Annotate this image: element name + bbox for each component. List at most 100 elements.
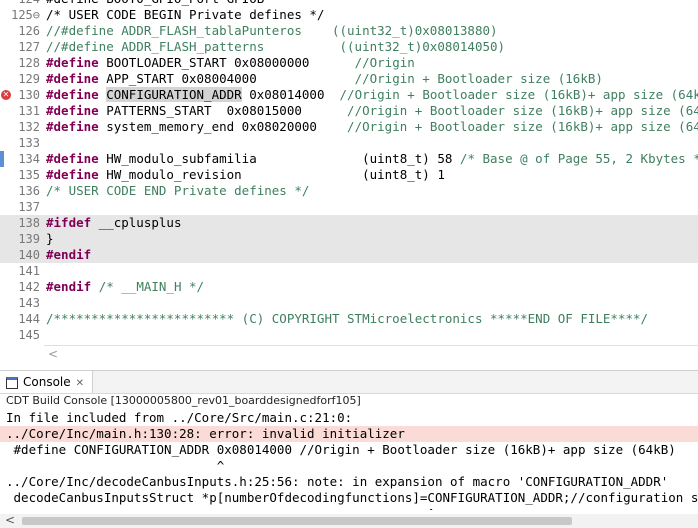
line-number: 126 bbox=[18, 24, 40, 38]
code-text: #ifdef __cplusplus bbox=[46, 215, 182, 230]
code-line[interactable]: 125⊖ /* USER CODE BEGIN Private defines *… bbox=[0, 7, 698, 23]
line-number: 129 bbox=[18, 72, 40, 86]
line-number: 141 bbox=[18, 264, 40, 278]
preprocessor-keyword: #endif bbox=[46, 279, 92, 294]
code-line[interactable]: 134 #define HW_modulo_subfamilia (uint8_t… bbox=[0, 151, 698, 167]
code-comment: /************************ (C) COPYRIGHT … bbox=[46, 311, 649, 326]
code-line[interactable]: 137 bbox=[0, 199, 698, 215]
line-number: 124 bbox=[0, 0, 40, 7]
code-text: #endif /* __MAIN_H */ bbox=[46, 279, 204, 295]
scroll-left-icon[interactable]: < bbox=[48, 347, 58, 361]
line-number: 144 bbox=[18, 312, 40, 326]
code-text: //#define ADDR_FLASH_patterns ((uint32_t… bbox=[46, 39, 506, 54]
editor-horizontal-scrollbar[interactable]: < bbox=[44, 345, 698, 364]
console-line[interactable]: #define CONFIGURATION_ADDR 0x08014000 //… bbox=[6, 442, 676, 458]
line-number: 134 bbox=[18, 152, 40, 166]
code-line[interactable]: 138 #ifdef __cplusplus bbox=[0, 215, 698, 231]
console-line[interactable]: In file included from ../Core/Src/main.c… bbox=[6, 410, 352, 426]
line-number: 140 bbox=[18, 248, 40, 262]
code-line[interactable]: 144 /************************ (C) COPYRIG… bbox=[0, 311, 698, 327]
console-tab-bar: Console ✕ bbox=[0, 370, 698, 394]
line-number: 127 bbox=[18, 40, 40, 54]
line-number: 136 bbox=[18, 184, 40, 198]
code-text: #define CONFIGURATION_ADDR 0x08014000 //… bbox=[46, 87, 698, 103]
code-comment: //Origin + Bootloader size (16kB)+ app s… bbox=[339, 87, 698, 102]
console-icon bbox=[6, 376, 18, 389]
preprocessor-keyword: #define bbox=[46, 119, 99, 134]
code-comment: //Origin + Bootloader size (16kB)+ app s… bbox=[347, 103, 698, 118]
code-line[interactable]: 145 bbox=[0, 327, 698, 343]
line-number: 135 bbox=[18, 168, 40, 182]
code-line[interactable]: 131 #define PATTERNS_START 0x08015000 //O… bbox=[0, 103, 698, 119]
line-number: 142 bbox=[18, 280, 40, 294]
line-number: 137 bbox=[18, 200, 40, 214]
code-line[interactable]: 136 /* USER CODE END Private defines */ bbox=[0, 183, 698, 199]
code-line[interactable]: 133 bbox=[0, 135, 698, 151]
code-text: /* USER CODE BEGIN Private defines */ bbox=[46, 7, 325, 22]
line-number: 128 bbox=[18, 56, 40, 70]
code-comment: //Origin + Bootloader size (16kB)+ app s… bbox=[347, 119, 698, 134]
preprocessor-keyword: #define bbox=[46, 103, 99, 118]
code-text: #define BOOTLOADER_START 0x08000000 //Or… bbox=[46, 55, 415, 70]
line-number: 132 bbox=[18, 120, 40, 134]
console-tab-label: Console bbox=[23, 375, 71, 389]
code-line[interactable]: 124 #define BOOT0_GPIO_Port GPIOB bbox=[0, 0, 698, 7]
tab-console[interactable]: Console ✕ bbox=[0, 371, 94, 393]
line-number: 125⊖ bbox=[11, 8, 40, 22]
code-line[interactable]: 126 //#define ADDR_FLASH_tablaPunteros ((… bbox=[0, 23, 698, 39]
code-line[interactable]: 143 bbox=[0, 295, 698, 311]
code-comment: /* Base @ of Page 55, 2 Kbytes *///aqu bbox=[459, 151, 698, 166]
console-line[interactable]: decodeCanbusInputsStruct *p[numberOfdeco… bbox=[6, 490, 698, 506]
preprocessor-keyword: #define bbox=[46, 151, 99, 166]
code-line[interactable]: 142 #endif /* __MAIN_H */ bbox=[0, 279, 698, 295]
line-number: 133 bbox=[18, 136, 40, 150]
code-line[interactable]: 127 //#define ADDR_FLASH_patterns ((uint3… bbox=[0, 39, 698, 55]
code-line[interactable]: 135 #define HW_modulo_revision (uint8_t) … bbox=[0, 167, 698, 183]
code-comment: /* __MAIN_H */ bbox=[98, 279, 205, 294]
code-line[interactable]: ✕ 130 #define CONFIGURATION_ADDR 0x0801400… bbox=[0, 87, 698, 103]
code-text: #define system_memory_end 0x08020000 //O… bbox=[46, 119, 698, 135]
code-line[interactable]: 139} bbox=[0, 231, 698, 247]
code-text: #define APP_START 0x08004000 //Origin + … bbox=[46, 71, 603, 86]
code-text: #define BOOT0_GPIO_Port GPIOB bbox=[46, 0, 264, 7]
code-text: /* USER CODE END Private defines */ bbox=[46, 183, 309, 199]
console-line[interactable]: ^ bbox=[6, 458, 225, 474]
code-text: #define HW_modulo_subfamilia (uint8_t) 5… bbox=[46, 151, 698, 167]
code-comment: //Origin bbox=[354, 55, 415, 70]
code-line[interactable]: 140 #endif bbox=[0, 247, 698, 263]
code-text: #define HW_modulo_revision (uint8_t) 1 bbox=[46, 167, 445, 182]
console-title: CDT Build Console [13000005800_rev01_boa… bbox=[6, 394, 361, 407]
console-line[interactable]: ^ bbox=[6, 506, 435, 510]
preprocessor-keyword: #define bbox=[46, 55, 99, 70]
code-line[interactable]: 132 #define system_memory_end 0x08020000 … bbox=[0, 119, 698, 135]
code-line[interactable]: 141 bbox=[0, 263, 698, 279]
line-number: 138 bbox=[18, 216, 40, 230]
console-horizontal-scrollbar[interactable]: < bbox=[0, 513, 698, 528]
preprocessor-keyword: #define bbox=[46, 167, 99, 182]
code-comment: //Origin + Bootloader size (16kB) bbox=[354, 71, 603, 86]
line-number: 131 bbox=[18, 104, 40, 118]
preprocessor-keyword: #ifdef bbox=[46, 215, 92, 230]
scrollbar-thumb[interactable] bbox=[22, 517, 572, 525]
highlighted-symbol[interactable]: CONFIGURATION_ADDR bbox=[106, 87, 242, 102]
preprocessor-keyword: #define bbox=[46, 71, 99, 86]
console-error-line[interactable]: ../Core/Inc/main.h:130:28: error: invali… bbox=[6, 426, 405, 442]
line-number: 143 bbox=[18, 296, 40, 310]
close-icon[interactable]: ✕ bbox=[76, 378, 84, 389]
preprocessor-keyword: #define bbox=[46, 87, 99, 102]
code-line[interactable]: 129 #define APP_START 0x08004000 //Origin… bbox=[0, 71, 698, 87]
code-text: #define PATTERNS_START 0x08015000 //Orig… bbox=[46, 103, 698, 119]
line-number: 145 bbox=[18, 328, 40, 342]
line-number: 130 bbox=[18, 88, 40, 102]
console-output[interactable]: In file included from ../Core/Src/main.c… bbox=[0, 410, 698, 510]
code-editor[interactable]: 124 #define BOOT0_GPIO_Port GPIOB 125⊖ /* U… bbox=[0, 0, 698, 365]
console-line[interactable]: ../Core/Inc/decodeCanbusInputs.h:25:56: … bbox=[6, 474, 668, 490]
scroll-left-icon[interactable]: < bbox=[5, 513, 15, 527]
code-text: /************************ (C) COPYRIGHT … bbox=[46, 311, 648, 327]
code-comment: /* USER CODE END Private defines */ bbox=[46, 183, 310, 198]
code-line[interactable]: 128 #define BOOTLOADER_START 0x08000000 /… bbox=[0, 55, 698, 71]
line-number: 139 bbox=[18, 232, 40, 246]
code-text: #endif bbox=[46, 247, 91, 263]
preprocessor-keyword: #endif bbox=[46, 247, 92, 262]
code-text: //#define ADDR_FLASH_tablaPunteros ((uin… bbox=[46, 23, 498, 38]
